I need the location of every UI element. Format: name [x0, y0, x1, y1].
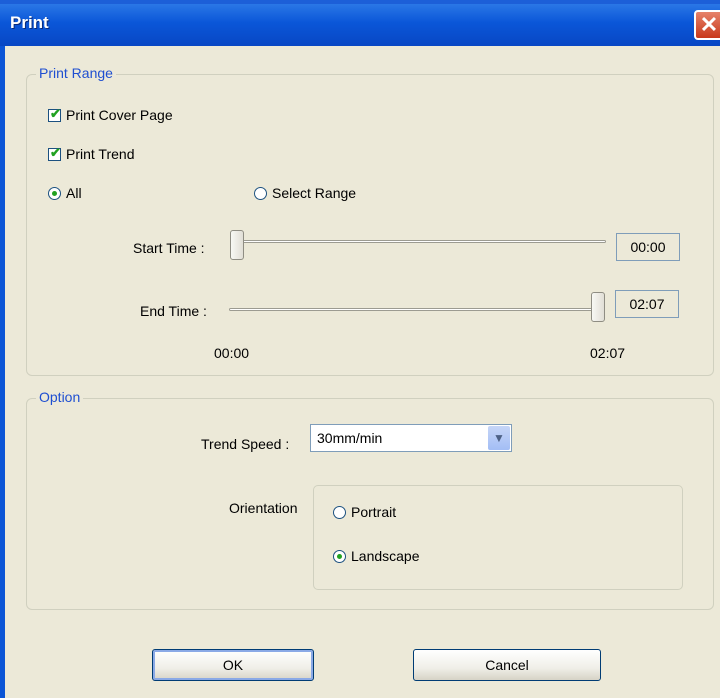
trend-speed-value: 30mm/min	[317, 430, 383, 446]
radio-select-range-label: Select Range	[272, 185, 357, 201]
print-cover-page-checkbox[interactable]: ✔ Print Cover Page	[48, 105, 173, 123]
radio-dot-icon	[52, 190, 57, 196]
radio-select-range[interactable]: Select Range	[254, 185, 356, 201]
ok-button[interactable]: OK	[152, 649, 314, 681]
start-time-label: Start Time :	[133, 240, 205, 256]
radio-button	[333, 505, 346, 519]
chevron-down-icon[interactable]: ▼	[488, 426, 510, 450]
print-dialog: Print ✕ Print Range ✔ Print Cover Page ✔…	[0, 0, 720, 698]
title-bar[interactable]: Print ✕	[0, 0, 720, 46]
scale-min-label: 00:00	[214, 345, 250, 361]
window-frame-left	[0, 46, 5, 698]
radio-portrait[interactable]: Portrait	[333, 504, 396, 520]
orientation-box	[313, 485, 683, 590]
radio-landscape-label: Landscape	[351, 548, 420, 564]
close-button[interactable]: ✕	[694, 10, 720, 40]
start-time-value: 00:00	[616, 233, 680, 261]
radio-landscape[interactable]: Landscape	[333, 548, 420, 564]
window-title: Print	[10, 13, 49, 32]
check-icon: ✔	[50, 105, 61, 121]
start-time-slider-track[interactable]	[230, 240, 606, 243]
trend-speed-select[interactable]: 30mm/min ▼	[310, 424, 512, 452]
cancel-button[interactable]: Cancel	[413, 649, 601, 681]
trend-speed-label: Trend Speed :	[201, 436, 290, 452]
checkbox-box: ✔	[48, 105, 61, 122]
option-legend: Option	[36, 389, 84, 405]
print-trend-label: Print Trend	[66, 146, 135, 162]
start-time-slider-thumb[interactable]	[230, 230, 244, 260]
radio-button	[333, 549, 346, 563]
print-range-legend: Print Range	[36, 65, 116, 81]
check-icon: ✔	[50, 144, 61, 160]
checkbox-box: ✔	[48, 144, 61, 161]
orientation-label: Orientation	[229, 500, 298, 516]
end-time-label: End Time :	[140, 303, 207, 319]
radio-all-label: All	[66, 185, 82, 201]
scale-max-label: 02:07	[590, 345, 626, 361]
print-cover-page-label: Print Cover Page	[66, 107, 173, 123]
radio-button	[48, 186, 61, 200]
radio-all[interactable]: All	[48, 185, 82, 201]
close-icon: ✕	[699, 12, 719, 37]
radio-button	[254, 186, 267, 200]
end-time-value: 02:07	[615, 290, 679, 318]
end-time-slider-thumb[interactable]	[591, 292, 605, 322]
end-time-slider-track[interactable]	[229, 308, 601, 311]
radio-dot-icon	[337, 553, 342, 559]
print-trend-checkbox[interactable]: ✔ Print Trend	[48, 144, 135, 162]
radio-portrait-label: Portrait	[351, 504, 397, 520]
